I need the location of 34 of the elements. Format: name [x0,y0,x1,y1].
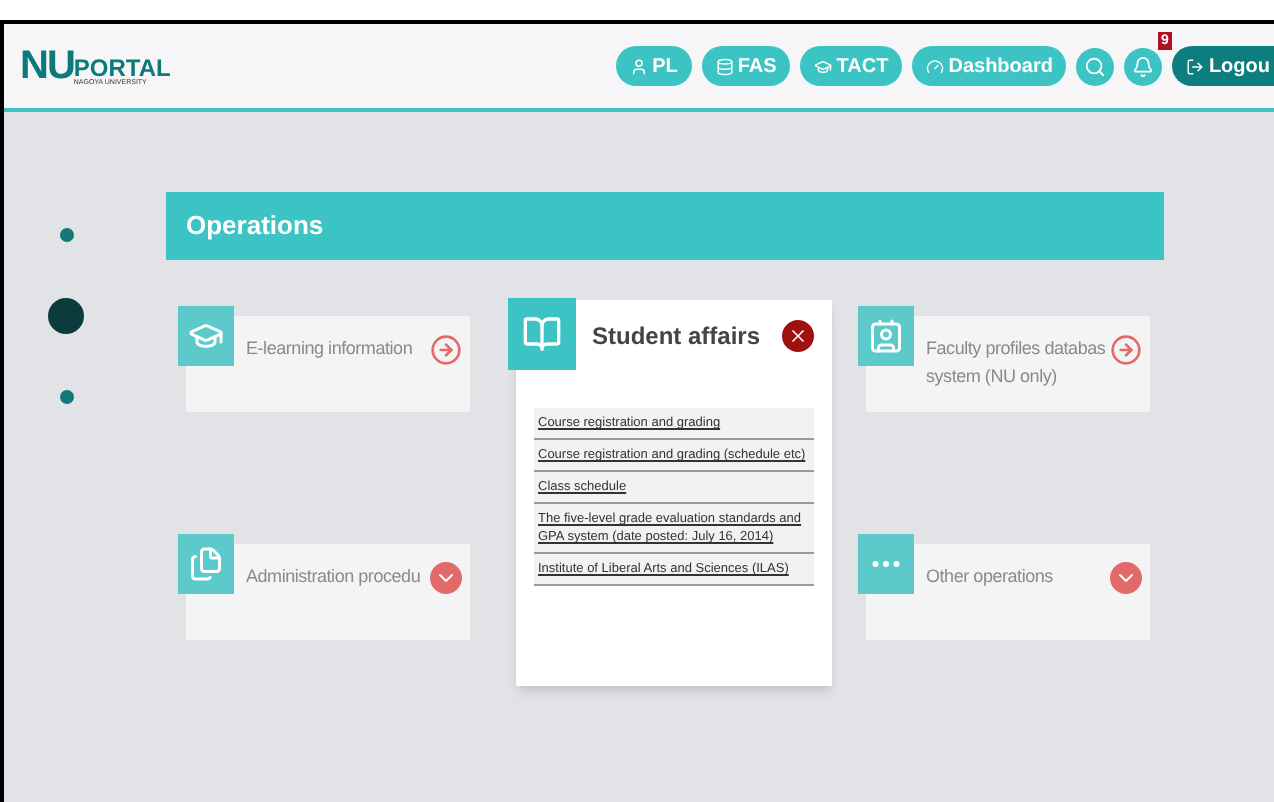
operation-card[interactable]: Faculty profiles databas system (NU only) [866,316,1150,412]
database-icon [715,57,734,75]
arrow-circle-icon[interactable] [1110,334,1142,366]
nav-button[interactable]: FAS [701,46,791,86]
graduation-cap-icon [814,57,833,75]
search-icon [1084,55,1107,77]
gauge-icon [926,57,945,75]
section-title: Operations [166,192,1164,260]
expand-button[interactable] [430,561,462,593]
expand-button[interactable] [1110,561,1142,593]
documents-icon [178,533,234,593]
dots-icon [858,533,914,593]
operation-card[interactable]: Administration procedu [186,543,470,639]
bell-icon [1132,55,1155,77]
arrow-circle-icon[interactable] [430,334,462,366]
card-title: Other operations [926,563,1055,589]
card-title: Faculty profiles databas system (NU only) [926,336,1106,390]
card-title: E-learning information [246,336,415,362]
nav-button[interactable]: Dashboard [912,46,1067,86]
close-icon [788,326,808,346]
graduation-cap-icon [178,306,234,366]
search-button[interactable] [1076,47,1115,85]
notifications-button[interactable] [1124,47,1163,85]
nav-button[interactable]: PL [616,46,692,86]
nav-button[interactable]: TACT [800,46,903,86]
nav-button[interactable]: Logou [1172,46,1274,86]
close-button[interactable] [782,320,814,352]
operation-card[interactable]: E-learning information [186,316,470,412]
panel-title: Student affairs [592,320,761,354]
id-card-icon [858,306,914,366]
card-title: Administration procedu [246,563,423,589]
person-icon [630,57,649,75]
operation-card[interactable]: Other operations [866,543,1150,639]
logout-icon [1186,57,1205,75]
